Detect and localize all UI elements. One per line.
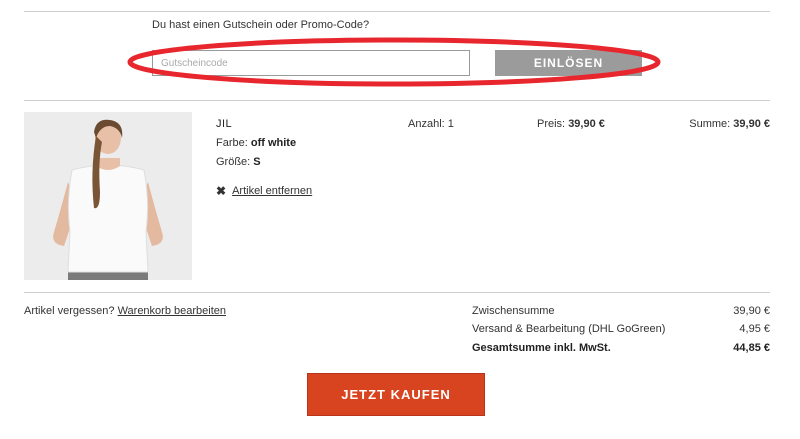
price-value: 39,90 € <box>568 118 605 130</box>
remove-item-link[interactable]: ✖ Artikel entfernen <box>216 184 312 198</box>
voucher-code-input[interactable] <box>152 50 470 76</box>
shipping-label: Versand & Bearbeitung (DHL GoGreen) <box>472 323 666 335</box>
product-color: Farbe: off white <box>216 137 296 149</box>
quantity-value: 1 <box>447 118 454 130</box>
product-size-label: Größe: <box>216 156 251 168</box>
quantity: Anzahl: 1 <box>408 118 454 130</box>
grand-total-value: 44,85 € <box>733 342 770 354</box>
forgot-items: Artikel vergessen? Warenkorb bearbeiten <box>24 305 226 317</box>
product-image[interactable] <box>24 112 192 280</box>
product-size: Größe: S <box>216 156 261 168</box>
subtotal-value: 39,90 € <box>733 305 770 317</box>
remove-item-label[interactable]: Artikel entfernen <box>232 185 312 197</box>
forgot-text: Artikel vergessen? <box>24 305 115 317</box>
cart-divider <box>24 292 770 293</box>
line-sum: Summe: 39,90 € <box>689 118 770 130</box>
quantity-label: Anzahl: <box>408 118 445 130</box>
grand-total-label: Gesamtsumme inkl. MwSt. <box>472 342 611 354</box>
voucher-divider <box>24 100 770 101</box>
voucher-question: Du hast einen Gutschein oder Promo-Code? <box>152 19 370 31</box>
unit-price: Preis: 39,90 € <box>537 118 605 130</box>
edit-cart-link[interactable]: Warenkorb bearbeiten <box>118 305 226 317</box>
sum-value: 39,90 € <box>733 118 770 130</box>
product-color-value: off white <box>250 137 297 149</box>
product-color-label: Farbe: <box>216 137 248 149</box>
subtotal-label: Zwischensumme <box>472 305 555 317</box>
shipping-value: 4,95 € <box>739 323 770 335</box>
product-name[interactable]: JIL <box>216 118 232 130</box>
redeem-button[interactable]: EINLÖSEN <box>495 50 642 76</box>
product-size-value: S <box>253 156 261 168</box>
buy-now-button[interactable]: JETZT KAUFEN <box>307 373 485 416</box>
price-label: Preis: <box>537 118 566 130</box>
close-icon[interactable]: ✖ <box>216 184 226 198</box>
top-divider <box>24 11 770 12</box>
sum-label: Summe: <box>689 118 731 130</box>
